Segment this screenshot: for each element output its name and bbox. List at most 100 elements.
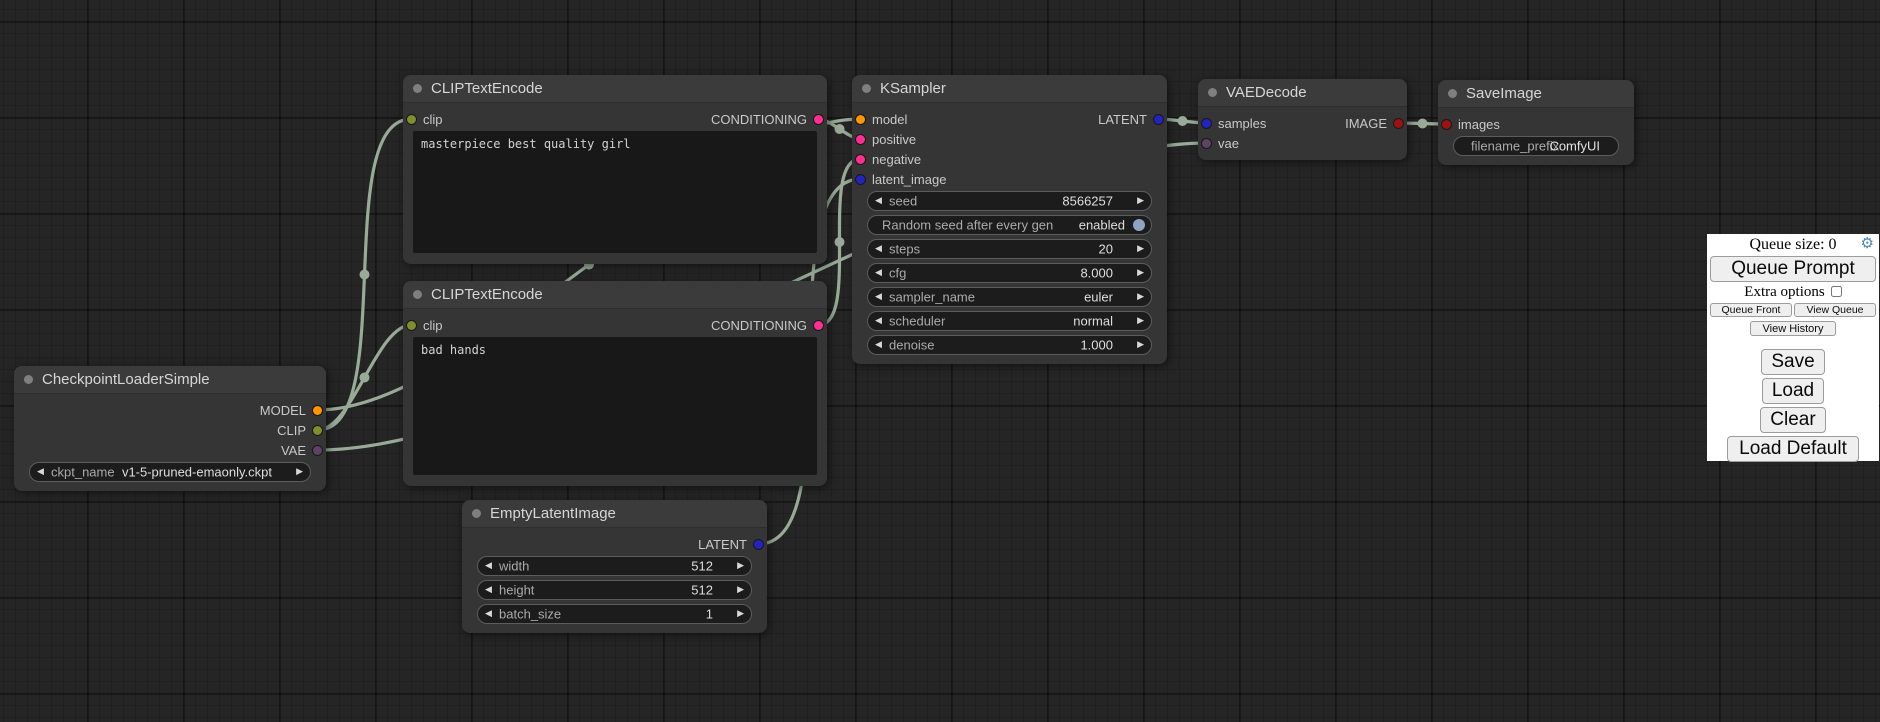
conditioning-output-port[interactable]: CONDITIONING — [711, 318, 823, 333]
increment-arrow-icon[interactable]: ▶ — [737, 609, 744, 618]
positive-input-port[interactable]: positive — [856, 132, 916, 147]
collapse-dot-icon[interactable] — [24, 375, 33, 384]
queue-prompt-button[interactable]: Queue Prompt — [1710, 256, 1876, 282]
node-title-bar[interactable]: CheckpointLoaderSimple — [14, 366, 326, 394]
decrement-arrow-icon[interactable]: ◀ — [875, 292, 882, 301]
batch_size-widget[interactable]: ◀▶batch_size1 — [477, 604, 752, 624]
seed-widget[interactable]: ◀▶seed8566257 — [867, 191, 1152, 211]
view-history-button[interactable]: View History — [1750, 321, 1836, 336]
decrement-arrow-icon[interactable]: ◀ — [485, 609, 492, 618]
increment-arrow-icon[interactable]: ▶ — [1137, 244, 1144, 253]
input-port-dot-icon[interactable] — [856, 175, 865, 184]
model-input-port[interactable]: model — [856, 112, 907, 127]
node-vae-decode[interactable]: VAEDecode samples IMAGE vae — [1198, 79, 1407, 160]
decrement-arrow-icon[interactable]: ◀ — [875, 268, 882, 277]
node-clip-encode-negative[interactable]: CLIPTextEncode clip CONDITIONING bad hands — [403, 281, 827, 486]
output-port-dot-icon[interactable] — [754, 540, 763, 549]
decrement-arrow-icon[interactable]: ◀ — [485, 585, 492, 594]
ckpt_name-widget[interactable]: ◀▶ckpt_namev1-5-pruned-emaonly.ckpt — [29, 462, 311, 482]
extra-options-checkbox[interactable] — [1831, 286, 1842, 297]
output-port-dot-icon[interactable] — [313, 446, 322, 455]
decrement-arrow-icon[interactable]: ◀ — [875, 244, 882, 253]
steps-widget[interactable]: ◀▶steps20 — [867, 239, 1152, 259]
settings-gear-icon[interactable]: ⚙ — [1861, 237, 1874, 252]
increment-arrow-icon[interactable]: ▶ — [1137, 196, 1144, 205]
load-default-button[interactable]: Load Default — [1727, 436, 1859, 462]
model-output-port[interactable]: MODEL — [260, 403, 322, 418]
collapse-dot-icon[interactable] — [862, 84, 871, 93]
toggle-on-dot-icon[interactable] — [1133, 219, 1145, 231]
decrement-arrow-icon[interactable]: ◀ — [485, 561, 492, 570]
collapse-dot-icon[interactable] — [472, 509, 481, 518]
clip-input-port[interactable]: clip — [407, 112, 443, 127]
width-widget[interactable]: ◀▶width512 — [477, 556, 752, 576]
height-widget[interactable]: ◀▶height512 — [477, 580, 752, 600]
cfg-widget[interactable]: ◀▶cfg8.000 — [867, 263, 1152, 283]
input-port-dot-icon[interactable] — [407, 321, 416, 330]
output-port-dot-icon[interactable] — [814, 115, 823, 124]
node-title-bar[interactable]: CLIPTextEncode — [403, 281, 827, 309]
node-title-bar[interactable]: CLIPTextEncode — [403, 75, 827, 103]
image-output-port[interactable]: IMAGE — [1345, 116, 1403, 131]
latent_image-input-port[interactable]: latent_image — [856, 172, 946, 187]
queue-front-button[interactable]: Queue Front — [1710, 303, 1792, 317]
latent-output-port[interactable]: LATENT — [1098, 112, 1163, 127]
increment-arrow-icon[interactable]: ▶ — [1137, 316, 1144, 325]
node-ksampler[interactable]: KSampler model LATENT positive negative laten… — [852, 75, 1167, 364]
collapse-dot-icon[interactable] — [413, 84, 422, 93]
load-button[interactable]: Load — [1762, 378, 1824, 404]
node-title-bar[interactable]: KSampler — [852, 75, 1167, 103]
decrement-arrow-icon[interactable]: ◀ — [875, 340, 882, 349]
graph-canvas[interactable]: CheckpointLoaderSimpleMODELCLIPVAE◀▶ckpt… — [0, 0, 1880, 722]
node-save-image[interactable]: SaveImage images filename_prefixComfyUI — [1438, 80, 1634, 165]
clear-button[interactable]: Clear — [1760, 407, 1825, 433]
node-clip-encode-positive[interactable]: CLIPTextEncode clip CONDITIONING masterpiec… — [403, 75, 827, 264]
collapse-dot-icon[interactable] — [1448, 89, 1457, 98]
node-title-bar[interactable]: VAEDecode — [1198, 79, 1407, 107]
increment-arrow-icon[interactable]: ▶ — [737, 585, 744, 594]
input-port-dot-icon[interactable] — [407, 115, 416, 124]
samples-input-port[interactable]: samples — [1202, 116, 1266, 131]
output-port-dot-icon[interactable] — [313, 426, 322, 435]
denoise-widget[interactable]: ◀▶denoise1.000 — [867, 335, 1152, 355]
input-port-dot-icon[interactable] — [1202, 139, 1211, 148]
decrement-arrow-icon[interactable]: ◀ — [875, 316, 882, 325]
increment-arrow-icon[interactable]: ▶ — [1137, 268, 1144, 277]
vae-input-port[interactable]: vae — [1202, 136, 1239, 151]
scheduler-widget[interactable]: ◀▶schedulernormal — [867, 311, 1152, 331]
output-port-dot-icon[interactable] — [313, 406, 322, 415]
increment-arrow-icon[interactable]: ▶ — [296, 467, 303, 476]
output-port-dot-icon[interactable] — [1154, 115, 1163, 124]
input-port-dot-icon[interactable] — [1442, 120, 1451, 129]
output-port-dot-icon[interactable] — [1394, 119, 1403, 128]
latent-output-port[interactable]: LATENT — [698, 537, 763, 552]
view-queue-button[interactable]: View Queue — [1794, 303, 1876, 317]
input-port-dot-icon[interactable] — [856, 115, 865, 124]
input-port-dot-icon[interactable] — [856, 135, 865, 144]
node-empty-latent-image[interactable]: EmptyLatentImageLATENT◀▶width512◀▶height… — [462, 500, 767, 633]
Random seed after every gen-widget[interactable]: Random seed after every genenabled — [867, 215, 1152, 235]
collapse-dot-icon[interactable] — [413, 290, 422, 299]
conditioning-output-port[interactable]: CONDITIONING — [711, 112, 823, 127]
clip-input-port[interactable]: clip — [407, 318, 443, 333]
clip-output-port[interactable]: CLIP — [277, 423, 322, 438]
increment-arrow-icon[interactable]: ▶ — [1137, 340, 1144, 349]
images-input-port[interactable]: images — [1442, 117, 1500, 132]
negative-input-port[interactable]: negative — [856, 152, 921, 167]
vae-output-port[interactable]: VAE — [281, 443, 322, 458]
decrement-arrow-icon[interactable]: ◀ — [875, 196, 882, 205]
collapse-dot-icon[interactable] — [1208, 88, 1217, 97]
node-checkpoint-loader[interactable]: CheckpointLoaderSimpleMODELCLIPVAE◀▶ckpt… — [14, 366, 326, 491]
increment-arrow-icon[interactable]: ▶ — [737, 561, 744, 570]
increment-arrow-icon[interactable]: ▶ — [1137, 292, 1144, 301]
node-title-bar[interactable]: EmptyLatentImage — [462, 500, 767, 528]
filename_prefix-widget[interactable]: filename_prefixComfyUI — [1453, 136, 1619, 156]
save-button[interactable]: Save — [1761, 349, 1824, 375]
input-port-dot-icon[interactable] — [1202, 119, 1211, 128]
output-port-dot-icon[interactable] — [814, 321, 823, 330]
node-title-bar[interactable]: SaveImage — [1438, 80, 1634, 108]
prompt-textarea[interactable]: bad hands — [413, 337, 817, 475]
sampler_name-widget[interactable]: ◀▶sampler_nameeuler — [867, 287, 1152, 307]
decrement-arrow-icon[interactable]: ◀ — [37, 467, 44, 476]
prompt-textarea[interactable]: masterpiece best quality girl — [413, 131, 817, 253]
